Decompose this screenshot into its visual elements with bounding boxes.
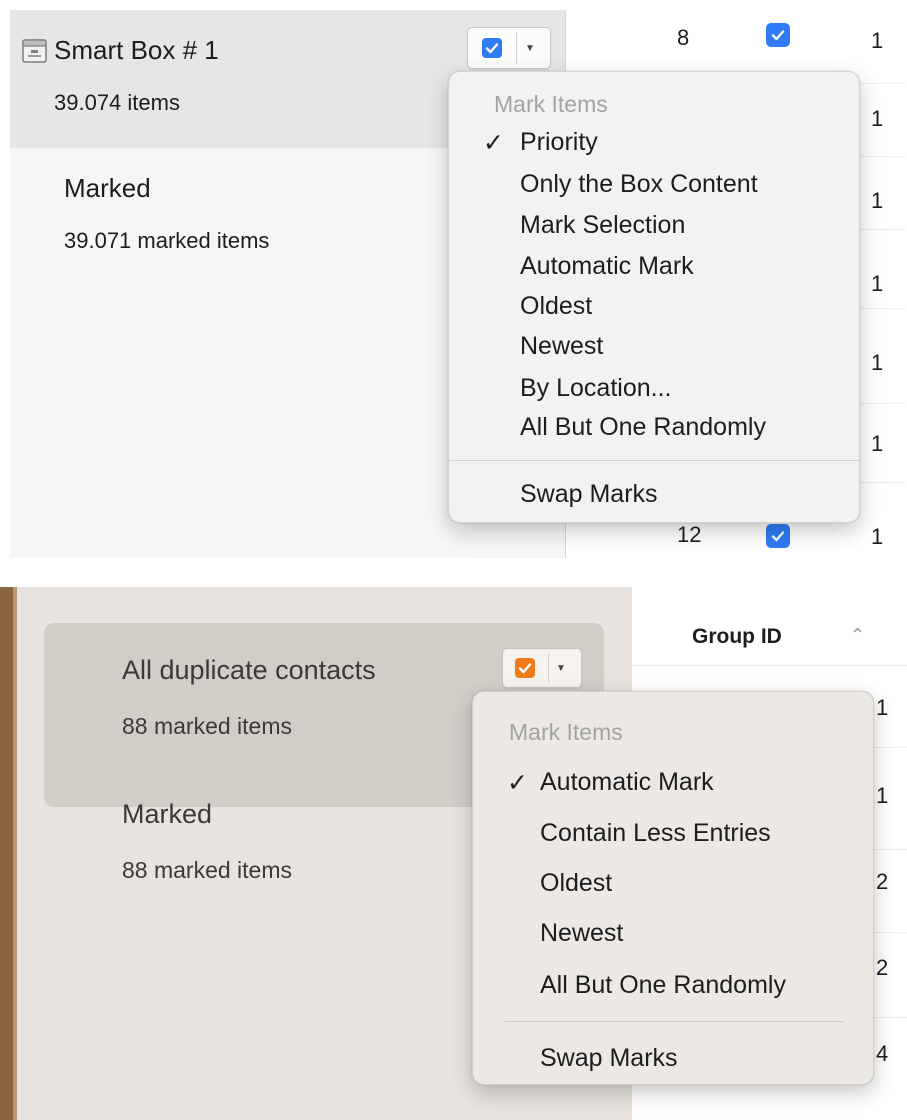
table-cell-group: 1 — [871, 350, 884, 375]
mark-items-menu: Mark Items ✓ Automatic Mark Contain Less… — [472, 691, 874, 1085]
table-cell-group: 1 — [871, 188, 884, 213]
chevron-up-icon[interactable]: ⌃ — [850, 625, 865, 646]
table-cell-count: 8 — [677, 25, 690, 50]
chevron-down-icon[interactable]: ▼ — [556, 663, 566, 674]
checked-checkbox[interactable] — [515, 658, 535, 678]
column-header-group-id[interactable]: Group ID — [692, 625, 782, 649]
menu-item-swap-marks[interactable]: Swap Marks — [540, 1044, 678, 1073]
checkmark-icon: ✓ — [507, 769, 528, 797]
table-cell-group: 2 — [876, 955, 889, 980]
panel-warm-theme: Group ID ⌃ 1 1 2 2 4 All duplicate conta… — [0, 587, 907, 1120]
sidebar-item-subtitle: 39.071 marked items — [64, 228, 270, 253]
table-cell-group: 1 — [871, 524, 884, 549]
sidebar-item-title: Marked — [64, 173, 151, 203]
sidebar-item-title: All duplicate contacts — [122, 655, 376, 685]
menu-item-newest[interactable]: Newest — [520, 332, 603, 361]
mark-popup-button[interactable]: ▼ — [467, 27, 551, 69]
menu-item-mark-selection[interactable]: Mark Selection — [520, 211, 685, 240]
menu-item-swap-marks[interactable]: Swap Marks — [520, 480, 658, 509]
sidebar-item-title: Marked — [122, 799, 213, 829]
sidebar-item-subtitle: 88 marked items — [122, 713, 293, 739]
table-cell-group: 1 — [871, 271, 884, 296]
sidebar-item-subtitle: 39.074 items — [54, 90, 180, 115]
menu-separator — [505, 1021, 843, 1022]
mark-items-menu: Mark Items ✓ Priority Only the Box Conte… — [448, 71, 860, 523]
menu-item-only-box-content[interactable]: Only the Box Content — [520, 170, 758, 199]
smart-box-icon — [22, 39, 47, 63]
table-cell-group: 4 — [876, 1041, 889, 1066]
sidebar-item-subtitle: 88 marked items — [122, 857, 293, 883]
checkmark-icon: ✓ — [483, 129, 504, 157]
menu-item-automatic-mark[interactable]: Automatic Mark — [520, 252, 694, 281]
menu-item-oldest[interactable]: Oldest — [540, 869, 612, 898]
table-cell-group: 1 — [876, 695, 889, 720]
checked-checkbox[interactable] — [482, 38, 502, 58]
sidebar-item-title: Smart Box # 1 — [54, 35, 219, 65]
menu-item-automatic-mark[interactable]: Automatic Mark — [540, 768, 714, 797]
panel-default-theme: Smart Box # 1 39.074 items ▼ Marked 39.0… — [10, 10, 905, 558]
menu-header: Mark Items — [494, 91, 608, 117]
mark-popup-button[interactable]: ▼ — [502, 648, 582, 688]
row-checkbox[interactable] — [766, 524, 790, 548]
menu-header: Mark Items — [509, 719, 623, 745]
table-cell-group: 1 — [871, 106, 884, 131]
menu-item-all-but-one-randomly[interactable]: All But One Randomly — [520, 413, 766, 442]
menu-item-newest[interactable]: Newest — [540, 919, 623, 948]
table-cell-count: 12 — [677, 522, 702, 547]
table-cell-group: 2 — [876, 869, 889, 894]
table-cell-group: 1 — [871, 431, 884, 456]
menu-item-by-location[interactable]: By Location... — [520, 374, 671, 403]
menu-item-oldest[interactable]: Oldest — [520, 292, 592, 321]
table-cell-group: 1 — [876, 783, 889, 808]
table-cell-group: 1 — [871, 28, 884, 53]
menu-separator — [449, 460, 859, 461]
chevron-down-icon[interactable]: ▼ — [525, 43, 535, 54]
menu-item-priority[interactable]: Priority — [520, 128, 598, 157]
menu-item-all-but-one-randomly[interactable]: All But One Randomly — [540, 971, 786, 1000]
menu-item-contain-less-entries[interactable]: Contain Less Entries — [540, 819, 771, 848]
row-checkbox[interactable] — [766, 23, 790, 47]
